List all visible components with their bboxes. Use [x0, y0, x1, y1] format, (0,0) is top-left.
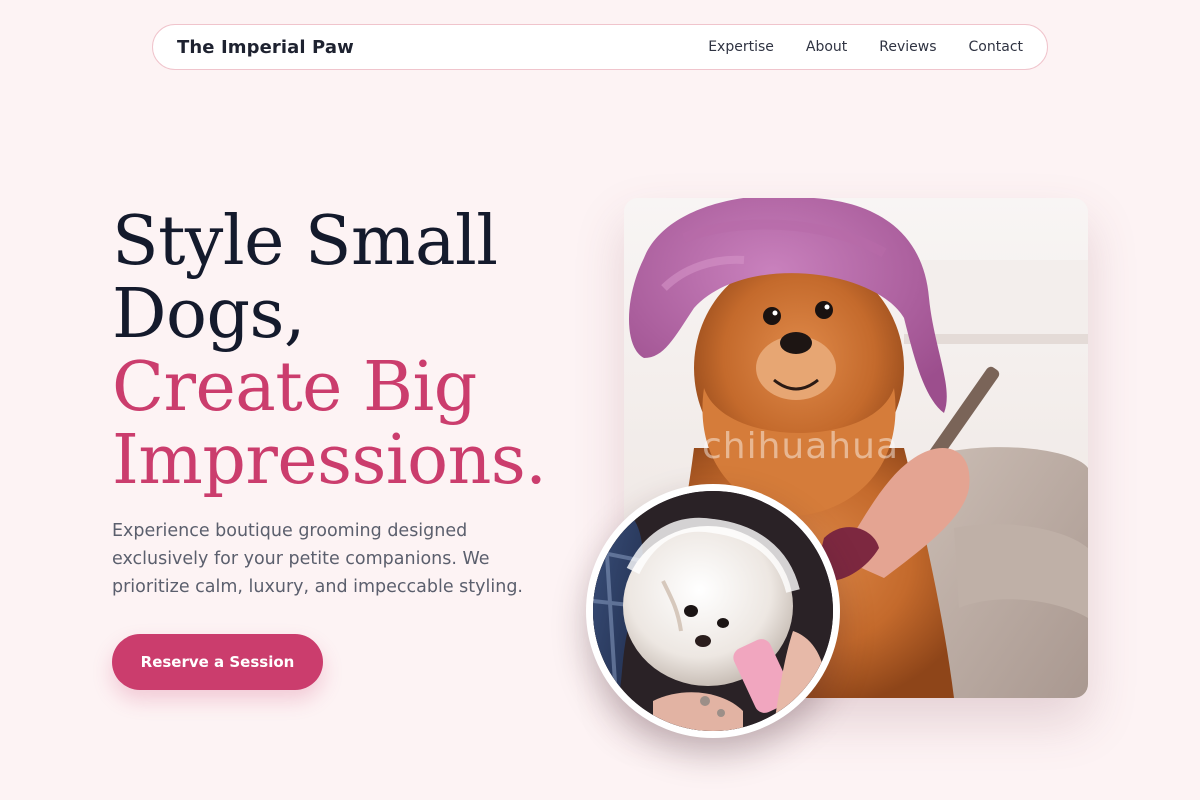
- nav-link-reviews[interactable]: Reviews: [879, 39, 936, 55]
- hero-inset-photo: [586, 484, 840, 738]
- nav-links: Expertise About Reviews Contact: [708, 39, 1023, 55]
- nav-link-about[interactable]: About: [806, 39, 847, 55]
- photo-watermark-text: chihuahua: [702, 426, 899, 467]
- hero-title-line: Style Small: [112, 202, 498, 281]
- brand-logo-text[interactable]: The Imperial Paw: [177, 37, 354, 58]
- top-navbar: The Imperial Paw Expertise About Reviews…: [152, 24, 1048, 70]
- hero-subtitle: Experience boutique grooming designed ex…: [112, 521, 523, 597]
- hero-title-line: Dogs,: [112, 275, 306, 354]
- nav-link-expertise[interactable]: Expertise: [708, 39, 774, 55]
- nav-link-contact[interactable]: Contact: [969, 39, 1023, 55]
- hero-title-accent-line: Impressions.: [112, 421, 547, 500]
- hero-title: Style Small Dogs, Create Big Impressions…: [112, 205, 592, 497]
- reserve-session-button[interactable]: Reserve a Session: [112, 634, 323, 690]
- fluffy-white-dog-illustration: [593, 491, 833, 731]
- hero-title-accent-line: Create Big: [112, 348, 477, 427]
